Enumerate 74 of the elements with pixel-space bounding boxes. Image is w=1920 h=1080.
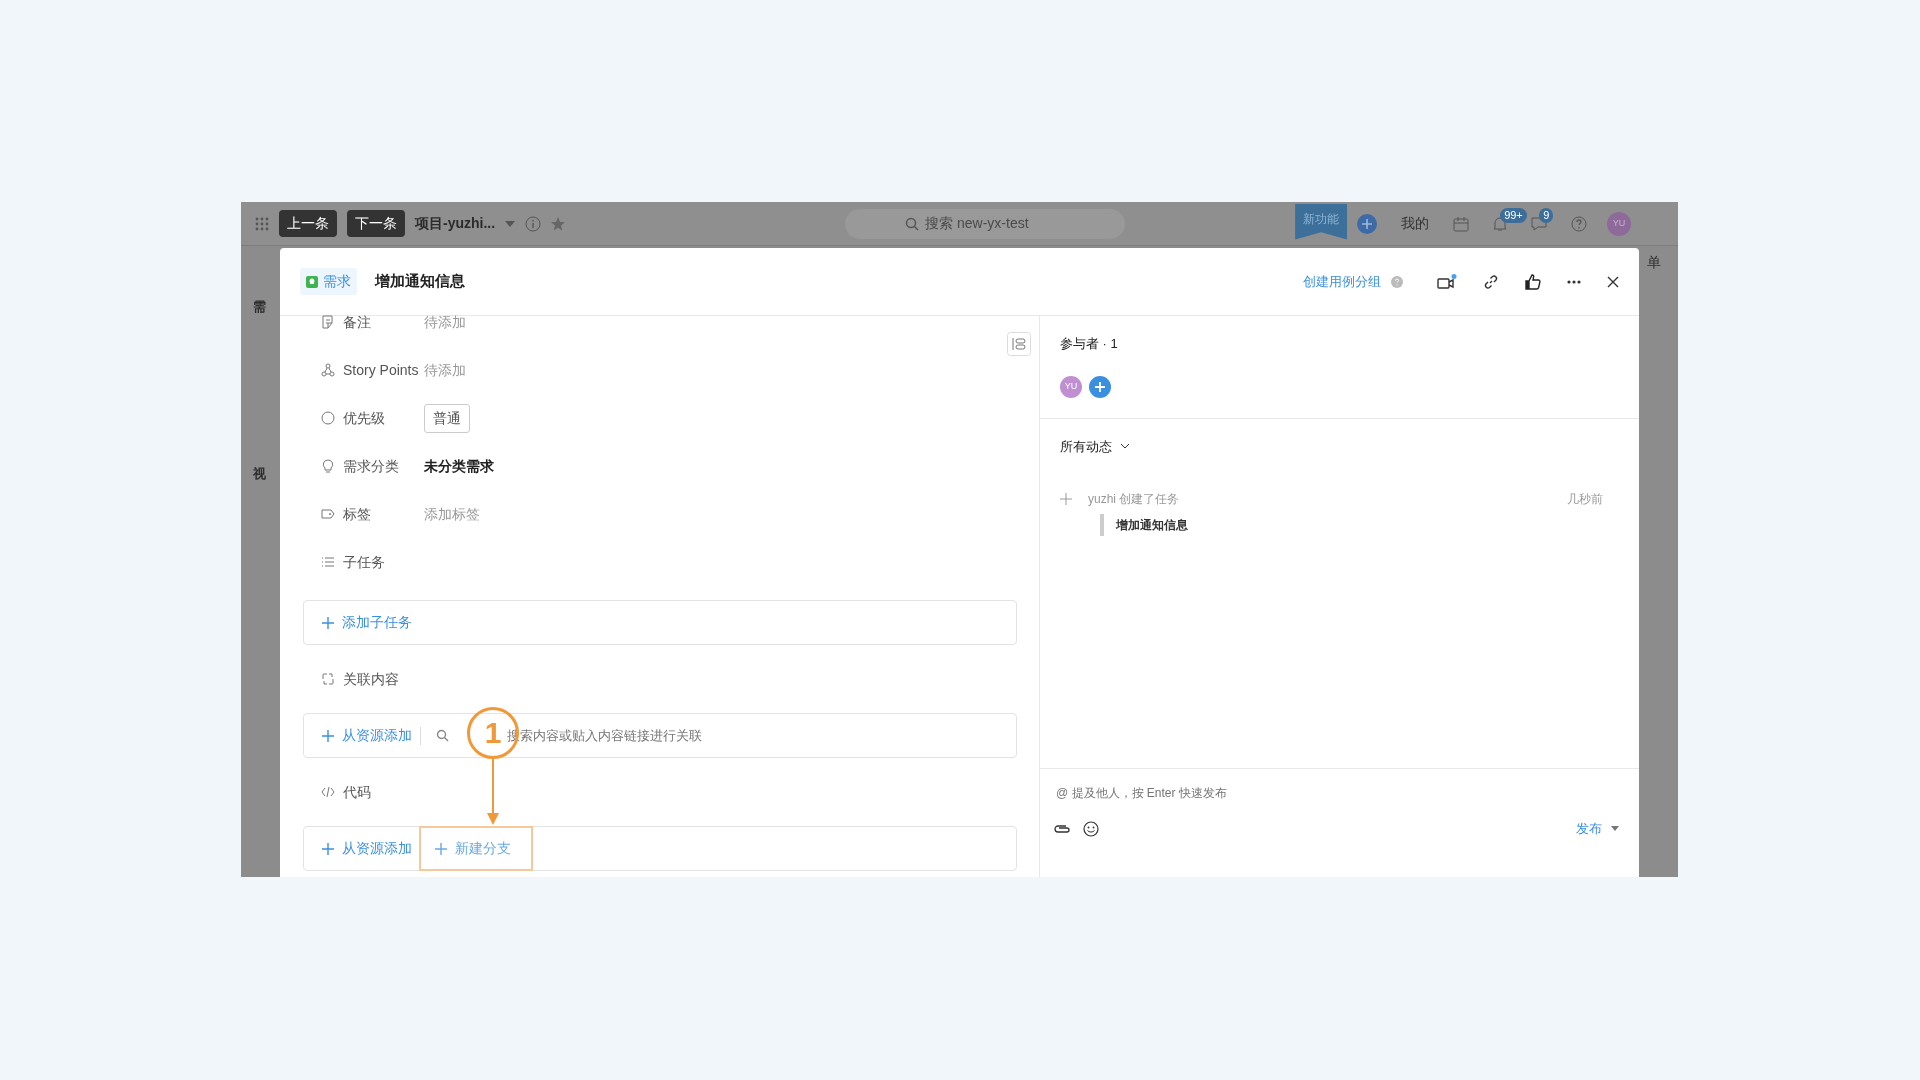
caret-icon[interactable] bbox=[505, 220, 516, 227]
circle-icon bbox=[321, 411, 335, 425]
project-name[interactable]: 项目-yuzhi... bbox=[415, 213, 496, 234]
field-value[interactable]: 未分类需求 bbox=[424, 455, 494, 477]
link-box-icon bbox=[321, 672, 335, 686]
plus-icon bbox=[1060, 493, 1072, 505]
emoji-icon[interactable] bbox=[1083, 820, 1099, 837]
section-label: 视 bbox=[253, 465, 266, 483]
priority-tag[interactable]: 普通 bbox=[424, 403, 470, 433]
activity-filter[interactable]: 所有动态 bbox=[1060, 436, 1130, 456]
nodes-icon bbox=[321, 363, 335, 377]
prev-button[interactable]: 上一条 bbox=[279, 210, 337, 237]
info-icon[interactable] bbox=[525, 215, 542, 232]
add-from-resource-button[interactable]: 从资源添加 bbox=[322, 725, 412, 746]
publish-button[interactable]: 发布 bbox=[1576, 819, 1602, 839]
field-value[interactable]: 添加标签 bbox=[424, 503, 480, 525]
field-label: 优先级 bbox=[343, 408, 385, 428]
create-group-link[interactable]: 创建用例分组 bbox=[1303, 271, 1381, 292]
field-label: 备注 bbox=[343, 312, 371, 332]
close-icon[interactable] bbox=[1607, 275, 1619, 288]
field-value[interactable]: 待添加 bbox=[424, 311, 466, 333]
search-placeholder: 搜索 new-yx-test bbox=[925, 214, 1029, 233]
search-icon bbox=[435, 729, 449, 742]
participant-avatar[interactable]: YU bbox=[1060, 375, 1082, 398]
next-button[interactable]: 下一条 bbox=[347, 210, 405, 237]
field-label: Story Points bbox=[343, 360, 419, 380]
search-icon bbox=[905, 216, 920, 231]
notification-count: 99+ bbox=[1500, 207, 1527, 223]
star-icon[interactable] bbox=[551, 216, 566, 231]
plus-icon bbox=[322, 729, 334, 742]
video-icon[interactable] bbox=[1437, 273, 1457, 290]
participants-title: 参与者 · 1 bbox=[1060, 335, 1119, 353]
type-tag[interactable]: 需求 bbox=[300, 268, 357, 295]
new-branch-button[interactable]: 新建分支 bbox=[419, 826, 533, 871]
tag-icon bbox=[321, 507, 335, 521]
add-icon[interactable] bbox=[1357, 213, 1378, 234]
plus-icon bbox=[435, 842, 447, 855]
layout-icon[interactable] bbox=[1007, 332, 1031, 356]
plus-icon bbox=[1093, 380, 1106, 393]
field-value[interactable]: 待添加 bbox=[424, 359, 466, 381]
search-field[interactable]: 搜索 new-yx-test bbox=[845, 208, 1126, 239]
link-icon[interactable] bbox=[1483, 273, 1499, 290]
menu-label: 单 bbox=[1647, 253, 1661, 272]
help-icon[interactable] bbox=[1571, 215, 1588, 232]
list-icon bbox=[321, 555, 335, 569]
field-label: 标签 bbox=[343, 504, 371, 524]
section-label: 关联内容 bbox=[343, 669, 399, 689]
message-count: 9 bbox=[1539, 207, 1554, 223]
field-label: 子任务 bbox=[343, 552, 385, 572]
plus-icon bbox=[322, 616, 334, 629]
activity-quote: 增加通知信息 bbox=[1100, 514, 1619, 536]
user-avatar[interactable]: YU bbox=[1607, 211, 1632, 236]
apps-icon[interactable] bbox=[255, 216, 269, 231]
note-icon bbox=[321, 315, 335, 329]
section-label: 代码 bbox=[343, 782, 371, 802]
more-icon[interactable] bbox=[1567, 279, 1581, 284]
caret-icon[interactable] bbox=[1611, 826, 1619, 832]
new-feature-ribbon[interactable]: 新功能 bbox=[1295, 203, 1348, 240]
task-title: 增加通知信息 bbox=[375, 271, 465, 292]
activity-time: 几秒前 bbox=[1567, 491, 1603, 508]
chevron-icon bbox=[1120, 443, 1130, 450]
paperclip-icon[interactable] bbox=[1054, 822, 1070, 835]
section-label: 需 bbox=[253, 298, 266, 316]
like-icon[interactable] bbox=[1525, 273, 1541, 290]
add-participant-button[interactable] bbox=[1088, 375, 1111, 398]
plus-icon bbox=[322, 842, 334, 855]
activity-text: yuzhi 创建了任务 bbox=[1088, 491, 1181, 508]
help-icon[interactable] bbox=[1391, 275, 1403, 288]
add-from-resource-button[interactable]: 从资源添加 bbox=[322, 838, 412, 859]
add-subtask-button[interactable]: 添加子任务 bbox=[322, 612, 412, 633]
field-label: 需求分类 bbox=[343, 456, 399, 476]
mine-link[interactable]: 我的 bbox=[1401, 213, 1430, 234]
code-icon bbox=[321, 785, 335, 799]
calendar-icon[interactable] bbox=[1453, 215, 1470, 232]
